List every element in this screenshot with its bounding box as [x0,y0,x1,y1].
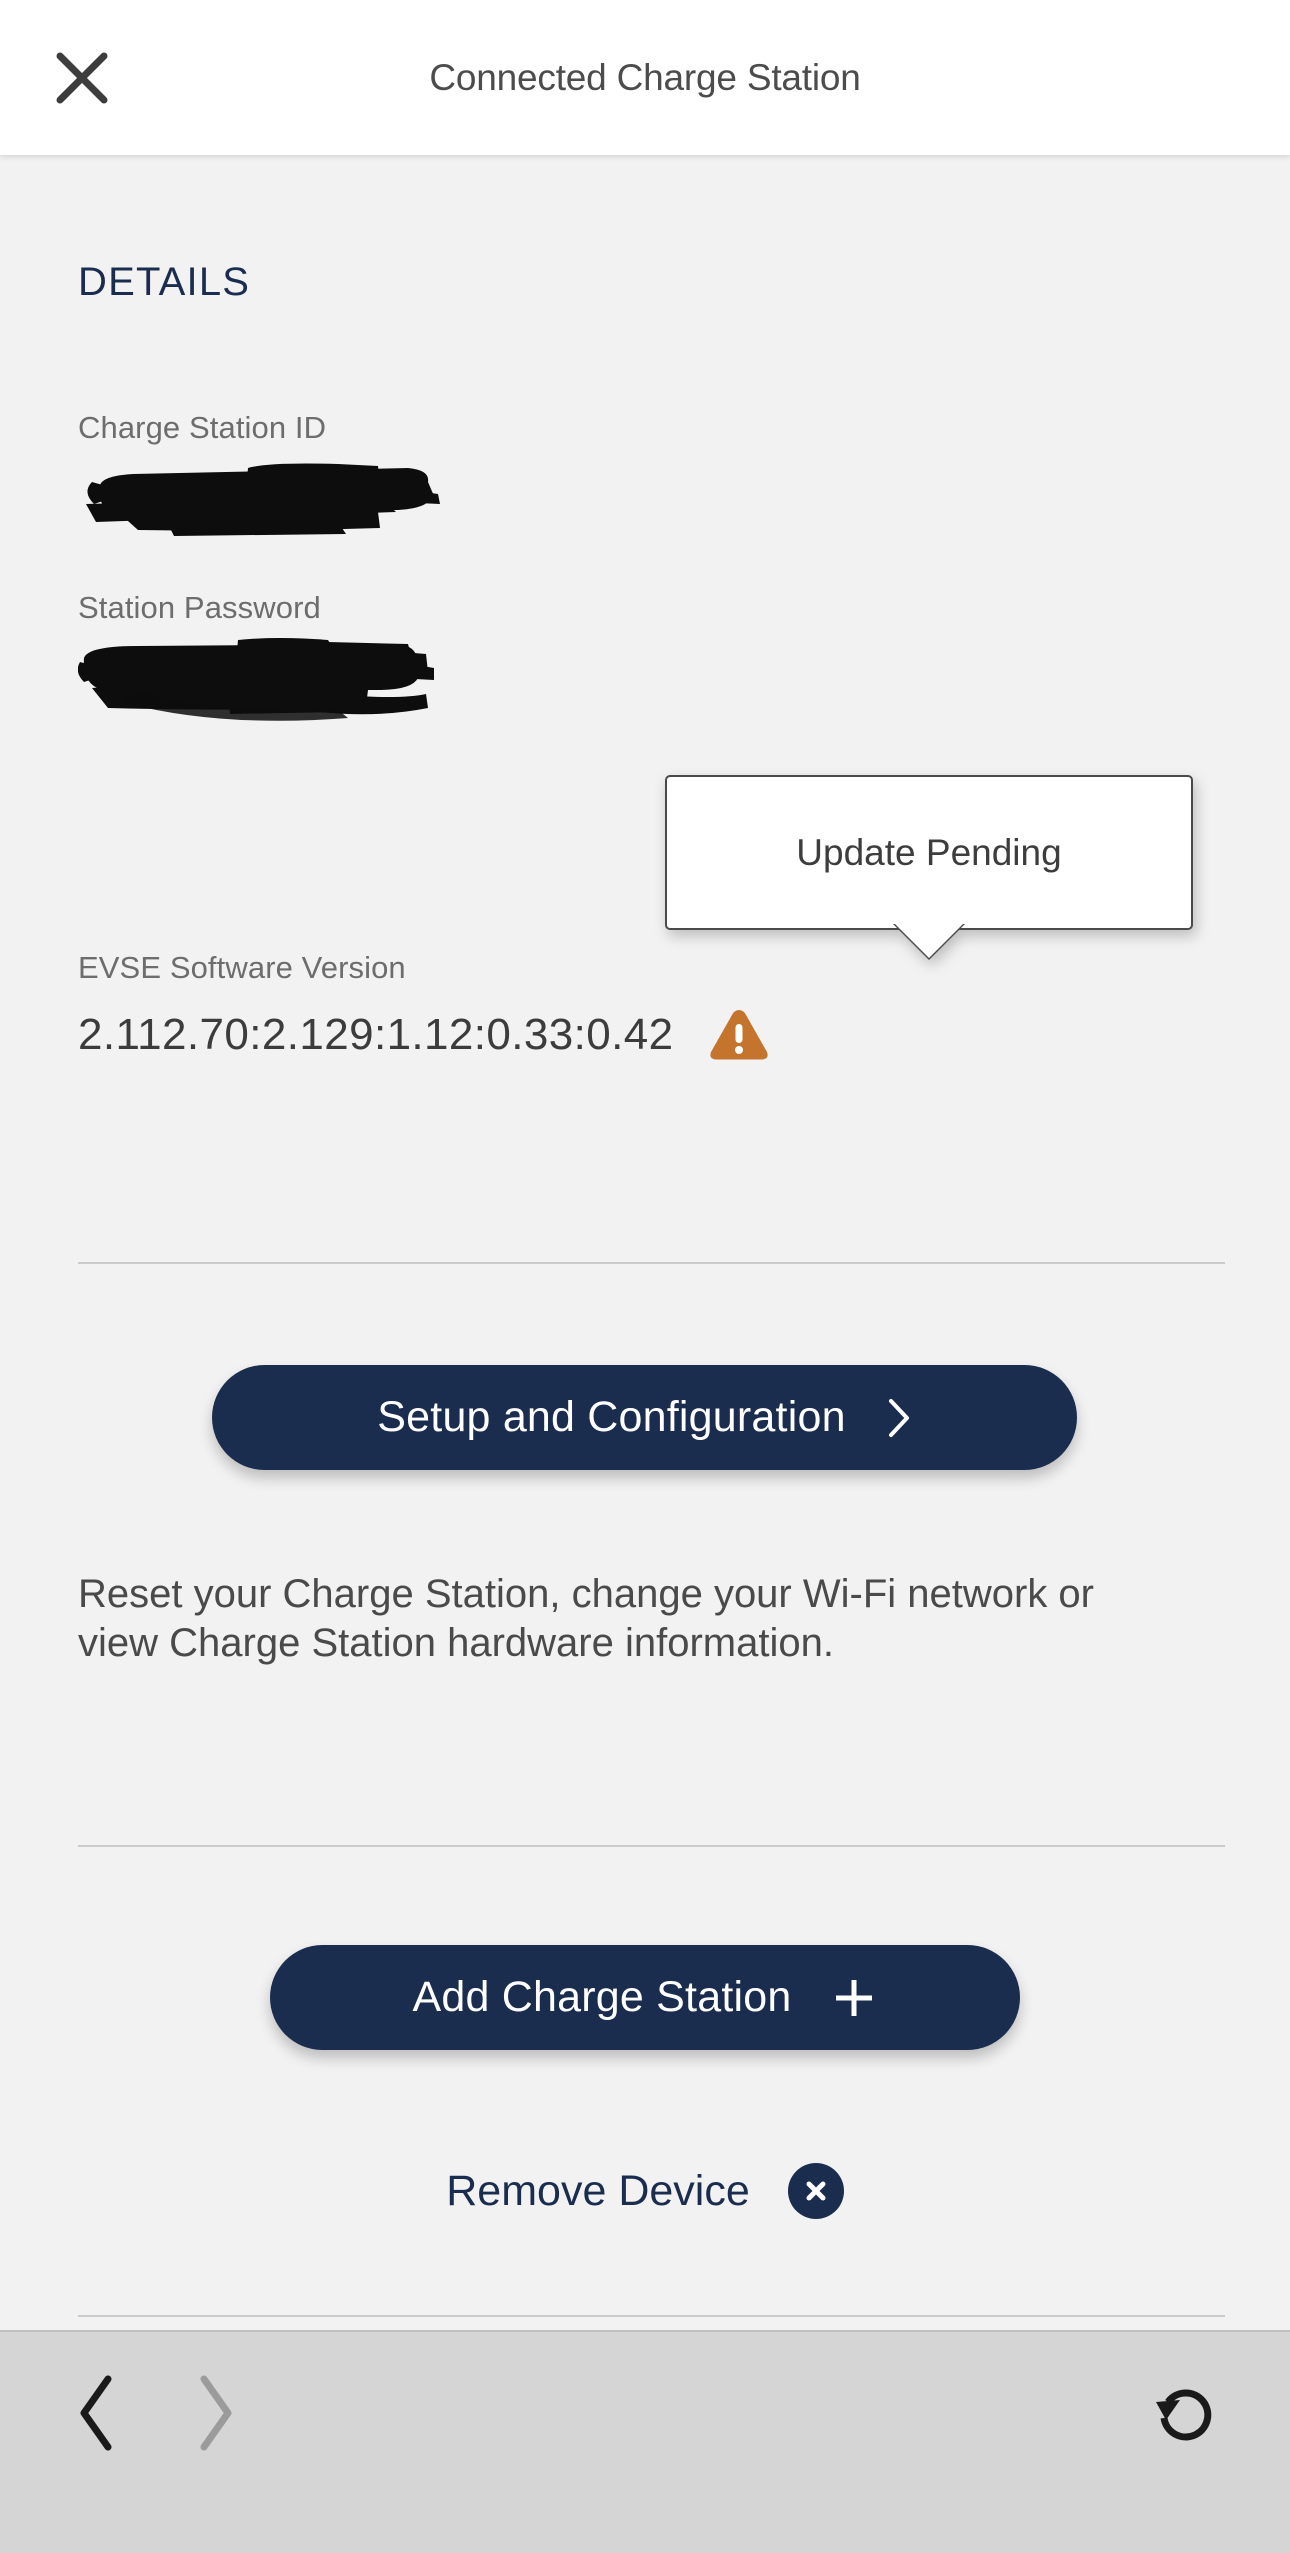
field-value: 2.112.70:2.129:1.12:0.33:0.42 [78,1010,674,1060]
update-pending-tooltip: Update Pending [665,775,1193,960]
close-button[interactable] [46,42,118,114]
setup-button-label: Setup and Configuration [377,1393,846,1441]
divider-middle [78,1845,1225,1847]
chevron-left-icon [74,2373,120,2458]
close-circle-icon [787,2163,844,2219]
nav-reload-button[interactable] [1130,2360,1240,2470]
page-title: Connected Charge Station [429,56,861,98]
field-label: EVSE Software Version [78,950,406,985]
divider-bottom [78,2315,1225,2317]
content-area: DETAILS Charge Station ID Station Passwo… [0,155,1290,2330]
app-screen: Connected Charge Station DETAILS Charge … [0,0,1290,2553]
reload-icon [1150,2378,1220,2453]
field-evse-software-version: EVSE Software Version [78,950,406,986]
field-charge-station-id: Charge Station ID [78,410,638,542]
close-icon [52,48,112,108]
browser-bottom-nav [0,2330,1290,2553]
remove-device-label: Remove Device [446,2166,750,2215]
add-charge-station-button[interactable]: Add Charge Station [270,1945,1020,2050]
divider-top [78,1262,1225,1264]
chevron-right-icon [886,1396,912,1440]
app-header: Connected Charge Station [0,0,1290,155]
field-station-password: Station Password [78,590,638,722]
setup-and-configuration-button[interactable]: Setup and Configuration [212,1365,1077,1470]
redaction-mark-station-password [78,632,638,722]
nav-back-button[interactable] [42,2360,152,2470]
chevron-right-icon [192,2373,238,2458]
field-label: Station Password [78,590,321,625]
setup-description-text: Reset your Charge Station, change your W… [78,1572,1094,1665]
add-button-label: Add Charge Station [412,1973,792,2021]
warning-triangle-icon[interactable] [708,1007,770,1068]
field-label: Charge Station ID [78,410,327,445]
tooltip-arrow-icon [893,924,965,960]
nav-forward-button[interactable] [160,2360,270,2470]
plus-icon [831,1975,877,2021]
details-section-heading: DETAILS [78,260,251,304]
remove-device-button[interactable]: Remove Device [0,2163,1290,2219]
redaction-mark-charge-station-id [78,452,638,542]
tooltip-text: Update Pending [796,831,1062,873]
evse-version-row: 2.112.70:2.129:1.12:0.33:0.42 [78,1003,770,1068]
